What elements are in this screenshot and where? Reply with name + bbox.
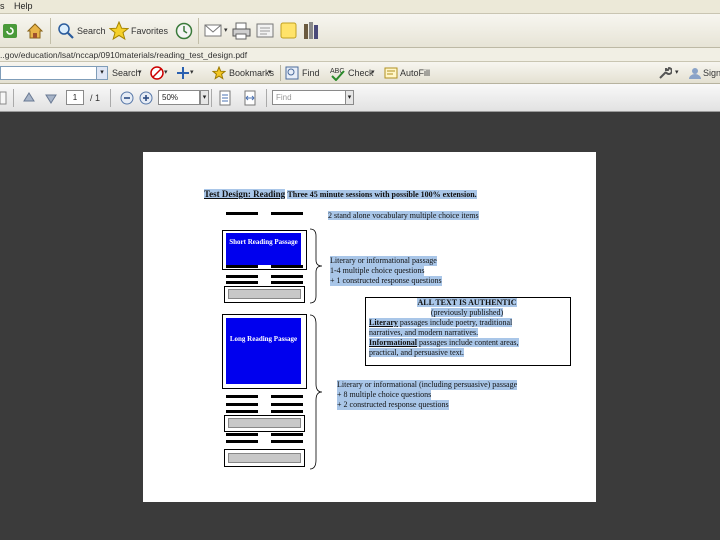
- menu-bar: s Help: [0, 0, 720, 14]
- edit-icon[interactable]: [256, 22, 276, 40]
- zoom-dropdown[interactable]: ▾: [200, 90, 209, 105]
- refresh-icon[interactable]: [2, 23, 18, 39]
- search-field[interactable]: [0, 66, 108, 80]
- literary-term: Literary: [369, 318, 398, 327]
- constructed-response-box: [228, 453, 301, 463]
- address-bar: ..gov/education/lsat/nccap/0910materials…: [0, 48, 720, 62]
- search-dropdown-arrow[interactable]: ▾: [138, 68, 142, 76]
- history-icon[interactable]: [175, 22, 193, 40]
- menu-item-help[interactable]: Help: [14, 1, 33, 11]
- mc-question-bar: [226, 395, 258, 398]
- mc-question-bar: [271, 395, 303, 398]
- fit-width-icon[interactable]: [243, 90, 257, 106]
- mc-question-bar: [226, 265, 258, 268]
- authentic-subtitle: (previously published): [430, 308, 504, 317]
- autofill-icon[interactable]: [384, 66, 398, 80]
- favorites-button[interactable]: Favorites: [131, 26, 168, 36]
- search-button[interactable]: Search: [77, 26, 106, 36]
- mc-question-bar: [271, 275, 303, 278]
- home-icon[interactable]: [26, 22, 44, 40]
- settings-plus-icon[interactable]: [176, 66, 190, 80]
- long-passage-description: Literary or informational (including per…: [337, 380, 518, 410]
- zoom-out-icon[interactable]: [120, 91, 134, 105]
- next-page-icon[interactable]: [44, 91, 58, 105]
- discuss-icon[interactable]: [280, 22, 298, 40]
- popup-dropdown-arrow[interactable]: ▾: [164, 68, 168, 76]
- mail-icon[interactable]: [204, 22, 224, 40]
- mc-question-bar: [226, 403, 258, 406]
- vocab-item-bar: [226, 212, 258, 215]
- document-title-line: Test Design: Reading Three 45 minute ses…: [204, 189, 477, 199]
- address-url[interactable]: ..gov/education/lsat/nccap/0910materials…: [0, 50, 247, 60]
- authentic-title: ALL TEXT IS AUTHENTIC: [417, 298, 517, 307]
- check-dropdown-arrow[interactable]: ▾: [371, 68, 375, 76]
- mc-question-bar: [271, 281, 303, 284]
- mc-question-bar: [226, 281, 258, 284]
- zoom-field[interactable]: 50%: [158, 90, 200, 105]
- menu-item-tools[interactable]: s: [0, 1, 5, 11]
- mc-question-bar: [271, 440, 303, 443]
- search-toolbar: ▾ Search ▾ ▾ ▾ Bookmarks ▾ Find ABC Chec…: [0, 62, 720, 84]
- find-field[interactable]: Find: [272, 90, 349, 105]
- find-icon[interactable]: [285, 66, 299, 80]
- bookmarks-dropdown-arrow[interactable]: ▾: [268, 68, 272, 76]
- find-dropdown[interactable]: ▾: [345, 90, 354, 105]
- check-button[interactable]: Check: [348, 68, 374, 78]
- short-passage-box: Short Reading Passage: [226, 233, 301, 265]
- constructed-response-box: [228, 418, 301, 428]
- authentic-text-content: ALL TEXT IS AUTHENTIC (previously publis…: [369, 298, 519, 357]
- wrench-icon[interactable]: [658, 66, 672, 80]
- mc-question-bar: [226, 440, 258, 443]
- pdf-page: Test Design: Reading Three 45 minute ses…: [143, 152, 596, 502]
- bookmarks-icon[interactable]: [212, 66, 226, 80]
- search-icon[interactable]: [57, 22, 75, 40]
- short-passage-description: Literary or informational passage 1-4 mu…: [330, 256, 442, 286]
- find-button[interactable]: Find: [302, 68, 320, 78]
- browser-toolbar: Search Favorites ▾: [0, 14, 720, 48]
- sign-in-icon[interactable]: [688, 66, 702, 80]
- research-icon[interactable]: [302, 21, 320, 41]
- print-icon[interactable]: [232, 22, 252, 40]
- fit-page-icon[interactable]: [218, 90, 232, 106]
- page-number-field[interactable]: 1: [66, 90, 84, 105]
- sign-in-button[interactable]: Sign: [703, 68, 720, 78]
- document-title-rest: Three 45 minute sessions with possible 1…: [287, 190, 477, 199]
- informational-term: Informational: [369, 338, 417, 347]
- vocab-item-bar: [271, 212, 303, 215]
- vocab-description: 2 stand alone vocabulary multiple choice…: [328, 211, 479, 220]
- mail-dropdown-arrow[interactable]: ▾: [224, 26, 228, 34]
- mc-question-bar: [271, 403, 303, 406]
- mc-question-bar: [271, 410, 303, 413]
- spellcheck-icon[interactable]: ABC: [330, 65, 346, 81]
- mc-question-bar: [271, 433, 303, 436]
- plus-dropdown-arrow[interactable]: ▾: [190, 68, 194, 76]
- pdf-toolbar: 1 / 1 50% ▾ Find ▾: [0, 84, 720, 112]
- mc-question-bar: [226, 433, 258, 436]
- short-passage-brace: [309, 228, 323, 304]
- page-total: / 1: [90, 93, 101, 103]
- document-title: Test Design: Reading: [204, 189, 286, 199]
- zoom-in-icon[interactable]: [139, 91, 153, 105]
- sidebar-toggle-icon[interactable]: [0, 91, 8, 105]
- favorites-icon[interactable]: [109, 21, 129, 41]
- previous-page-icon[interactable]: [22, 91, 36, 105]
- autofill-button[interactable]: AutoFill: [400, 68, 430, 78]
- mc-question-bar: [226, 410, 258, 413]
- search-engine-button[interactable]: Search: [112, 68, 141, 78]
- mc-question-bar: [271, 265, 303, 268]
- mc-question-bar: [226, 275, 258, 278]
- long-passage-brace: [309, 314, 323, 470]
- popup-blocker-icon[interactable]: [150, 66, 164, 80]
- search-field-dropdown[interactable]: ▾: [96, 66, 108, 80]
- constructed-response-box: [228, 289, 301, 299]
- long-passage-box: Long Reading Passage: [226, 318, 301, 384]
- options-dropdown-arrow[interactable]: ▾: [675, 68, 679, 76]
